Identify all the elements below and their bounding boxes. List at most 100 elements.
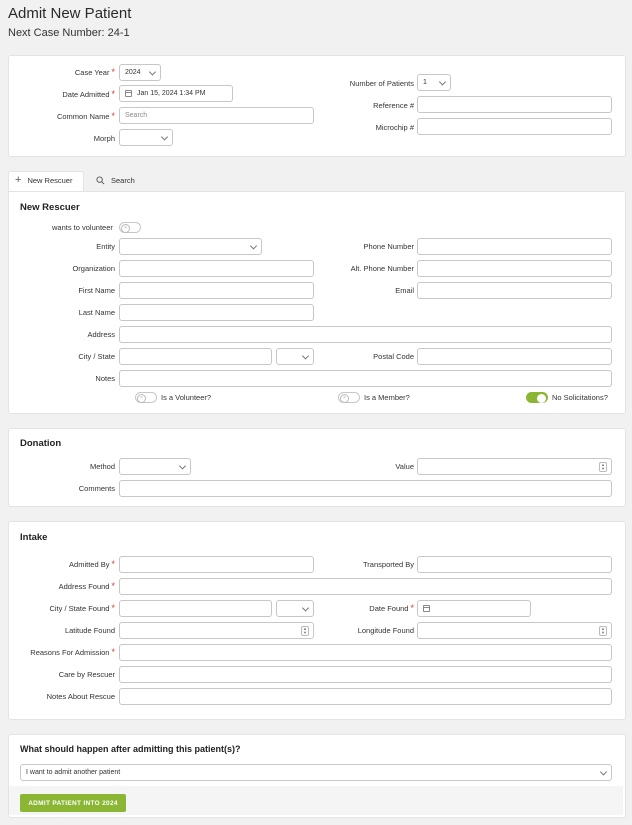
city-state-found-label: City / State Found * — [49, 603, 115, 614]
microchip-input[interactable] — [417, 118, 612, 135]
email-input[interactable] — [417, 282, 612, 299]
chevron-down-icon — [160, 132, 169, 141]
is-member-toggle[interactable]: × — [338, 392, 360, 403]
address-input[interactable] — [119, 326, 612, 343]
latitude-input[interactable]: ▲ ▼ — [119, 622, 314, 639]
search-icon — [96, 176, 105, 185]
transported-by-label: Transported By — [363, 560, 414, 569]
after-admit-heading: What should happen after admitting this … — [20, 744, 241, 754]
postal-code-input[interactable] — [417, 348, 612, 365]
wants-volunteer-toggle[interactable]: × — [119, 222, 141, 233]
chevron-down-icon — [301, 603, 310, 612]
value-label: Value — [395, 462, 414, 471]
date-found-label: Date Found * — [369, 603, 414, 614]
alt-phone-input[interactable] — [417, 260, 612, 277]
reference-label: Reference # — [373, 101, 414, 110]
case-year-select[interactable]: 2024 — [119, 64, 161, 81]
chevron-down-icon — [249, 241, 258, 250]
notes-label: Notes — [95, 374, 115, 383]
tab-new-rescuer[interactable]: + New Rescuer — [15, 174, 72, 186]
case-year-label: Case Year * — [74, 67, 115, 78]
calendar-icon — [125, 90, 132, 97]
latitude-label: Latitude Found — [64, 626, 115, 635]
last-name-label: Last Name — [78, 308, 115, 317]
number-of-patients-label: Number of Patients — [349, 79, 414, 88]
number-of-patients-select[interactable]: 1 — [417, 74, 451, 91]
calendar-icon — [423, 605, 430, 612]
reference-input[interactable] — [417, 96, 612, 113]
next-case-number: Next Case Number: 24-1 — [8, 27, 130, 39]
rescuer-heading: New Rescuer — [20, 202, 80, 213]
common-name-input[interactable]: Search — [119, 107, 314, 124]
entity-label: Entity — [96, 242, 115, 251]
address-found-input[interactable] — [119, 578, 612, 595]
stepper-icon[interactable]: ▲ ▼ — [599, 462, 607, 472]
alt-phone-label: Alt. Phone Number — [350, 264, 414, 273]
comments-input[interactable] — [119, 480, 612, 497]
phone-label: Phone Number — [363, 242, 414, 251]
longitude-label: Longitude Found — [357, 626, 414, 635]
address-label: Address — [87, 330, 115, 339]
toggle-on-icon — [537, 394, 546, 403]
date-admitted-field[interactable]: Jan 15, 2024 1:34 PM — [119, 85, 233, 102]
chevron-down-icon — [599, 767, 608, 776]
email-label: Email — [395, 286, 414, 295]
transported-by-input[interactable] — [417, 556, 612, 573]
notes-input[interactable] — [119, 370, 612, 387]
comments-label: Comments — [78, 484, 115, 493]
city-found-input[interactable] — [119, 600, 272, 617]
admit-patient-button[interactable]: ADMIT PATIENT INTO 2024 — [20, 794, 126, 812]
method-label: Method — [89, 462, 115, 471]
common-name-label: Common Name * — [56, 111, 115, 122]
postal-code-label: Postal Code — [373, 352, 414, 361]
tab-search[interactable]: Search — [96, 176, 135, 185]
organization-label: Organization — [72, 264, 115, 273]
entity-select[interactable] — [119, 238, 262, 255]
city-state-label: City / State — [78, 352, 115, 361]
toggle-off-icon: × — [121, 224, 130, 233]
reasons-input[interactable] — [119, 644, 612, 661]
chevron-down-icon — [438, 77, 447, 86]
is-volunteer-label: Is a Volunteer? — [161, 393, 212, 402]
value-input[interactable]: ▲ ▼ — [417, 458, 612, 475]
reasons-label: Reasons For Admission * — [30, 647, 115, 658]
address-found-label: Address Found * — [58, 581, 115, 592]
morph-select[interactable] — [119, 129, 173, 146]
plus-icon: + — [15, 174, 22, 186]
first-name-input[interactable] — [119, 282, 314, 299]
state-select[interactable] — [276, 348, 314, 365]
is-member-label: Is a Member? — [364, 393, 410, 402]
date-found-field[interactable] — [417, 600, 531, 617]
no-solicitations-toggle[interactable] — [526, 392, 548, 403]
stepper-icon[interactable]: ▲ ▼ — [599, 626, 607, 636]
toggle-off-icon: × — [340, 394, 349, 403]
chevron-down-icon — [178, 461, 187, 470]
microchip-label: Microchip # — [375, 123, 414, 132]
first-name-label: First Name — [78, 286, 115, 295]
admitted-by-input[interactable] — [119, 556, 314, 573]
after-admit-select[interactable]: I want to admit another patient — [20, 764, 612, 781]
longitude-input[interactable]: ▲ ▼ — [417, 622, 612, 639]
phone-input[interactable] — [417, 238, 612, 255]
chevron-down-icon — [301, 351, 310, 360]
admitted-by-label: Admitted By * — [69, 559, 115, 570]
wants-volunteer-label: wants to volunteer — [52, 223, 113, 232]
morph-label: Morph — [93, 134, 115, 143]
no-solicitations-label: No Solicitations? — [552, 393, 608, 402]
donation-heading: Donation — [20, 438, 62, 449]
organization-input[interactable] — [119, 260, 314, 277]
is-volunteer-toggle[interactable]: × — [135, 392, 157, 403]
care-by-rescuer-label: Care by Rescuer — [58, 670, 115, 679]
stepper-icon[interactable]: ▲ ▼ — [301, 626, 309, 636]
notes-rescue-input[interactable] — [119, 688, 612, 705]
city-input[interactable] — [119, 348, 272, 365]
date-admitted-label: Date Admitted * — [62, 89, 115, 100]
notes-rescue-label: Notes About Rescue — [46, 692, 115, 701]
state-found-select[interactable] — [276, 600, 314, 617]
last-name-input[interactable] — [119, 304, 314, 321]
toggle-off-icon: × — [137, 394, 146, 403]
chevron-down-icon — [148, 67, 157, 76]
care-by-rescuer-input[interactable] — [119, 666, 612, 683]
method-select[interactable] — [119, 458, 191, 475]
page-title: Admit New Patient — [8, 5, 132, 22]
